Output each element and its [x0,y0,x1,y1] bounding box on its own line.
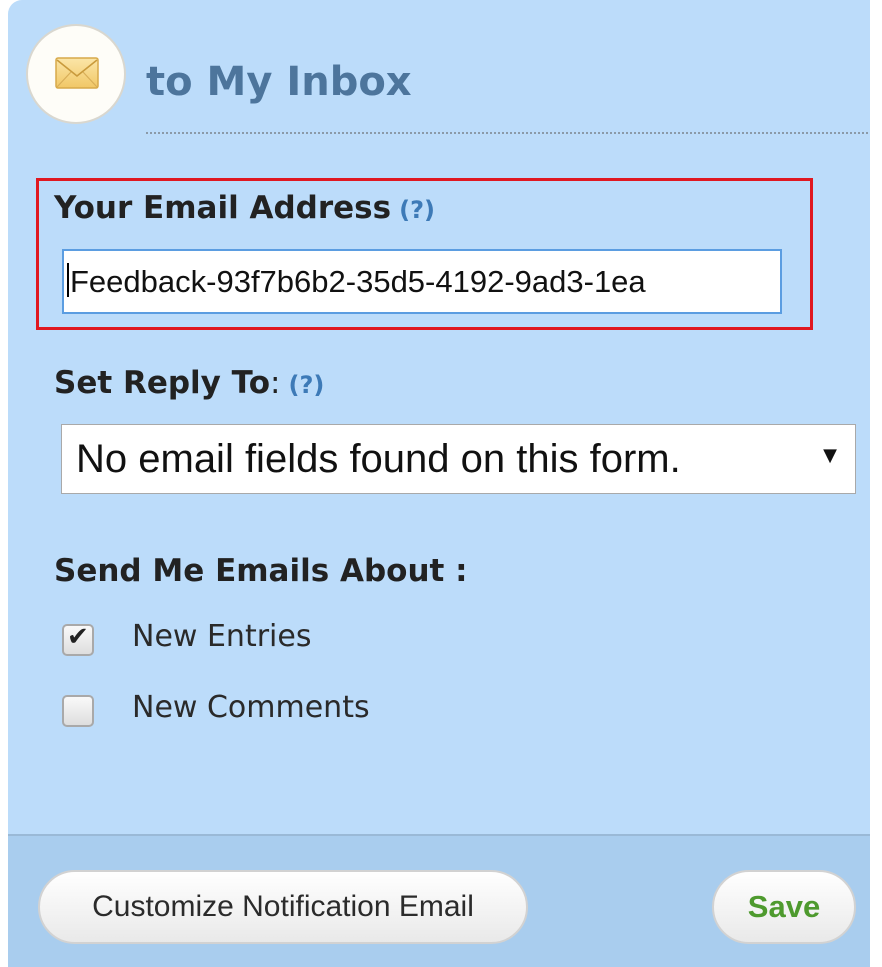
new-entries-checkbox[interactable]: ✔ [62,624,94,656]
email-label-row: Your Email Address (?) [54,193,435,224]
envelope-icon-badge [26,24,126,124]
reply-to-select[interactable]: No email fields found on this form. ▼ [61,424,856,494]
dropdown-arrow-icon: ▼ [823,445,837,466]
new-comments-checkbox[interactable] [62,695,94,727]
envelope-icon [55,57,99,89]
notification-panel: to My Inbox Your Email Address (?) Feedba… [8,0,870,967]
header-divider [146,132,868,134]
reply-label-row: Set Reply To: (?) [54,368,324,399]
save-button[interactable]: Save [712,870,856,944]
new-entries-label[interactable]: New Entries [132,622,311,652]
page-title: to My Inbox [146,59,412,105]
email-help-link[interactable]: (?) [399,196,435,224]
reply-label: Set Reply To [54,365,271,401]
checkmark-icon: ✔ [67,622,89,652]
text-caret [67,263,69,297]
email-label: Your Email Address [54,190,392,226]
email-field-value: Feedback-93f7b6b2-35d5-4192-9ad3-1ea [70,264,646,299]
panel-footer: Customize Notification Email Save [8,834,870,967]
panel-header: to My Inbox [26,24,868,134]
customize-notification-email-button[interactable]: Customize Notification Email [38,870,528,944]
reply-label-colon: : [270,365,281,401]
new-comments-label[interactable]: New Comments [132,693,370,723]
reply-help-link[interactable]: (?) [288,371,324,399]
reply-to-selected-value: No email fields found on this form. [76,437,681,481]
send-emails-label: Send Me Emails About : [54,553,468,589]
email-field[interactable]: Feedback-93f7b6b2-35d5-4192-9ad3-1ea [62,249,782,314]
